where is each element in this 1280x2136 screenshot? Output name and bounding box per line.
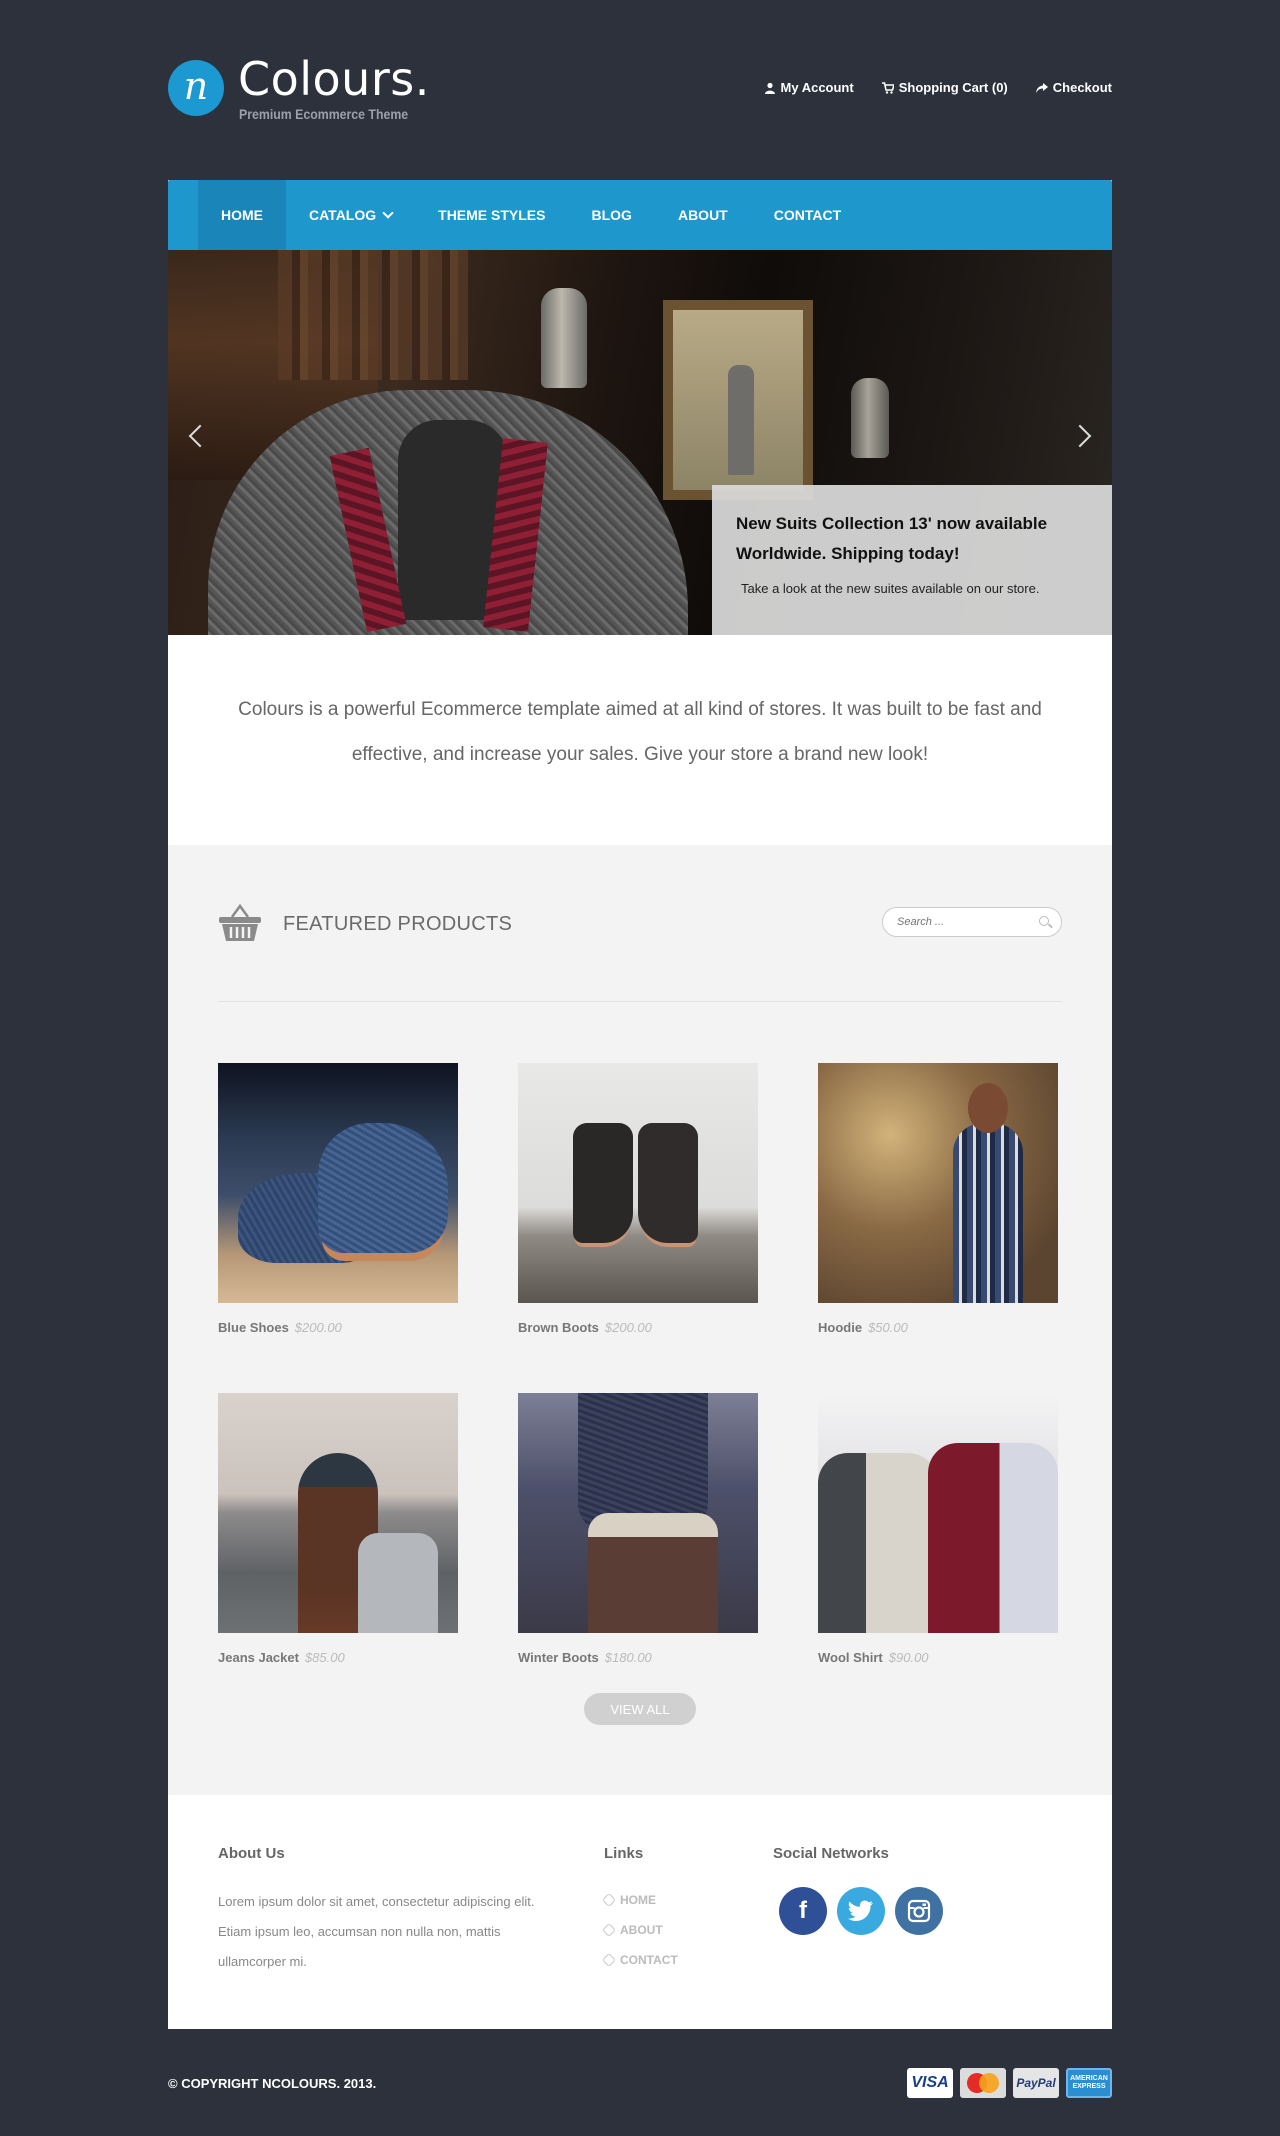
mastercard-card-icon xyxy=(960,2068,1006,2098)
product-card-winter-boots[interactable]: Winter Boots $180.00 xyxy=(518,1393,758,1665)
nav-contact[interactable]: CONTACT xyxy=(751,180,864,250)
copyright-text: © COPYRIGHT NCOLOURS. 2013. xyxy=(168,2076,377,2091)
product-card-brown-boots[interactable]: Brown Boots $200.00 xyxy=(518,1063,758,1335)
slide-caption-text: Take a look at the new suites available … xyxy=(741,581,1040,596)
main-container: HOME CATALOG THEME STYLES BLOG ABOUT CON… xyxy=(168,180,1112,2029)
featured-products: FEATURED PRODUCTS Blue Shoes $200.00 Brow… xyxy=(168,845,1112,1795)
user-icon xyxy=(764,82,775,94)
link-icon xyxy=(601,1922,617,1938)
link-icon xyxy=(601,1892,617,1908)
product-name[interactable]: Blue Shoes xyxy=(218,1320,289,1335)
twitter-icon[interactable] xyxy=(837,1887,885,1935)
section-divider xyxy=(218,1001,1062,1002)
slider-next-arrow-icon[interactable] xyxy=(1068,424,1092,448)
top-links: My Account Shopping Cart (0) Checkout xyxy=(764,80,1112,95)
links-title: Links xyxy=(604,1845,644,1862)
about-us-text: Lorem ipsum dolor sit amet, consectetur … xyxy=(218,1894,535,1969)
product-price: $50.00 xyxy=(868,1320,908,1335)
product-card-hoodie[interactable]: Hoodie $50.00 xyxy=(818,1063,1058,1335)
slide-caption-title: New Suits Collection 13' now available W… xyxy=(736,514,1048,563)
product-image[interactable] xyxy=(218,1063,458,1303)
main-nav: HOME CATALOG THEME STYLES BLOG ABOUT CON… xyxy=(168,180,1112,250)
product-card-blue-shoes[interactable]: Blue Shoes $200.00 xyxy=(218,1063,458,1335)
slide-bg-books xyxy=(278,250,468,380)
featured-title: FEATURED PRODUCTS xyxy=(283,913,513,935)
instagram-icon[interactable] xyxy=(895,1887,943,1935)
nav-catalog[interactable]: CATALOG xyxy=(286,180,415,250)
product-grid: Blue Shoes $200.00 Brown Boots $200.00 Hoo… xyxy=(218,1063,1062,1665)
slide-mannequin-knob xyxy=(541,288,587,388)
hero-slider: New Suits Collection 13' now available W… xyxy=(168,250,1112,635)
link-icon xyxy=(601,1952,617,1968)
view-all-button[interactable]: VIEW ALL xyxy=(584,1693,696,1725)
slide-caption: New Suits Collection 13' now available W… xyxy=(712,485,1112,635)
product-image[interactable] xyxy=(518,1063,758,1303)
bottom-bar: © COPYRIGHT NCOLOURS. 2013. VISA PayPal … xyxy=(168,2068,1112,2098)
product-price: $90.00 xyxy=(888,1650,929,1665)
amex-card-icon: AMERICAN EXPRESS xyxy=(1066,2068,1112,2098)
search-icon[interactable] xyxy=(1039,916,1049,926)
product-price: $180.00 xyxy=(604,1650,652,1665)
search-box xyxy=(882,907,1062,937)
slide-mannequin-knob-2 xyxy=(851,378,889,458)
slide-bg-figure xyxy=(728,365,754,475)
paypal-card-icon: PayPal xyxy=(1013,2068,1059,2098)
logo-icon[interactable]: n xyxy=(168,60,224,116)
chevron-down-icon xyxy=(382,207,394,219)
shopping-cart-link[interactable]: Shopping Cart (0) xyxy=(881,80,1008,95)
footer-link-contact[interactable]: CONTACT xyxy=(601,1945,678,1975)
product-name[interactable]: Wool Shirt xyxy=(818,1650,883,1665)
visa-card-icon: VISA xyxy=(907,2068,953,2098)
nav-home[interactable]: HOME xyxy=(198,180,286,250)
share-arrow-icon xyxy=(1035,82,1048,93)
product-image[interactable] xyxy=(818,1393,1058,1633)
facebook-icon[interactable]: f xyxy=(779,1887,827,1935)
footer-link-about[interactable]: ABOUT xyxy=(601,1915,678,1945)
product-name[interactable]: Brown Boots xyxy=(518,1320,599,1335)
product-card-wool-shirt[interactable]: Wool Shirt $90.00 xyxy=(818,1393,1058,1665)
intro-text: Colours is a powerful Ecommerce template… xyxy=(238,699,1042,765)
nav-theme-styles[interactable]: THEME STYLES xyxy=(415,180,568,250)
product-card-jeans-jacket[interactable]: Jeans Jacket $85.00 xyxy=(218,1393,458,1665)
nav-blog[interactable]: BLOG xyxy=(569,180,655,250)
product-price: $200.00 xyxy=(604,1320,652,1335)
product-price: $200.00 xyxy=(294,1320,342,1335)
product-price: $85.00 xyxy=(304,1650,345,1665)
twitter-bird-icon xyxy=(848,1900,873,1921)
brand-title[interactable]: Colours. xyxy=(238,52,430,106)
payment-cards: VISA PayPal AMERICAN EXPRESS xyxy=(907,2068,1112,2098)
my-account-link[interactable]: My Account xyxy=(764,80,854,95)
product-image[interactable] xyxy=(818,1063,1058,1303)
basket-icon xyxy=(219,903,261,941)
search-input[interactable] xyxy=(883,908,1023,936)
footer: About Us Lorem ipsum dolor sit amet, con… xyxy=(168,1795,1112,2029)
nav-about[interactable]: ABOUT xyxy=(655,180,751,250)
checkout-link[interactable]: Checkout xyxy=(1035,80,1112,95)
product-name[interactable]: Winter Boots xyxy=(518,1650,599,1665)
product-image[interactable] xyxy=(218,1393,458,1633)
product-image[interactable] xyxy=(518,1393,758,1633)
brand-tagline: Premium Ecommerce Theme xyxy=(239,106,409,122)
featured-header: FEATURED PRODUCTS xyxy=(218,903,1062,943)
product-name[interactable]: Jeans Jacket xyxy=(218,1650,299,1665)
footer-links: HOME ABOUT CONTACT xyxy=(601,1885,678,1975)
footer-link-home[interactable]: HOME xyxy=(601,1885,678,1915)
social-networks-title: Social Networks xyxy=(773,1845,889,1862)
camera-icon xyxy=(907,1899,931,1923)
site-header: n Colours. Premium Ecommerce Theme My Ac… xyxy=(168,0,1112,180)
about-us-title: About Us xyxy=(218,1845,285,1862)
cart-icon xyxy=(881,81,894,94)
social-icons: f xyxy=(779,1887,943,1935)
product-name[interactable]: Hoodie xyxy=(818,1320,862,1335)
